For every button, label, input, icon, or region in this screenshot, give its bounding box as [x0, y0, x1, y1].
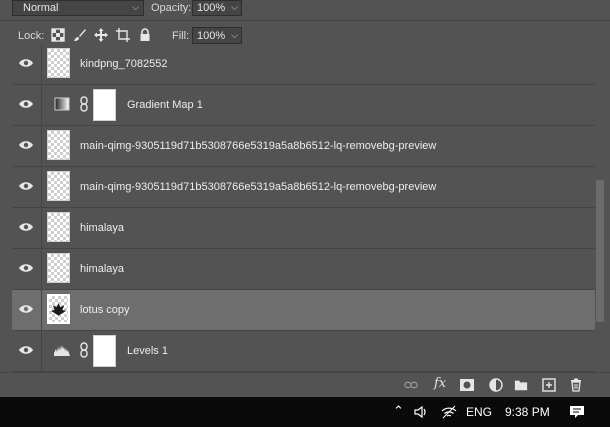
visibility-eye-icon[interactable] — [19, 345, 33, 355]
chevron-down-icon[interactable]: ⌵ — [231, 30, 238, 41]
divider — [41, 208, 42, 248]
layer-name[interactable]: main-qimg-9305119d71b5308766e5319a5a8b65… — [80, 140, 436, 152]
lock-label: Lock: — [18, 30, 45, 42]
layer-name[interactable]: lotus copy — [80, 304, 130, 316]
divider — [41, 44, 42, 84]
layer-thumbnail — [47, 253, 70, 283]
layers-list: kindpng_7082552 Gradient Map 1 main-qimg… — [12, 44, 595, 372]
visibility-eye-icon[interactable] — [19, 263, 33, 273]
taskbar-clock[interactable]: 9:38 PM — [505, 405, 550, 419]
visibility-eye-icon[interactable] — [19, 181, 33, 191]
chevron-down-icon[interactable]: ⌵ — [231, 2, 238, 13]
divider — [41, 85, 42, 125]
visibility-eye-icon[interactable] — [19, 99, 33, 109]
layer-name[interactable]: Gradient Map 1 — [127, 99, 203, 111]
speaker-volume-icon[interactable] — [414, 406, 430, 418]
layers-scrollbar-thumb[interactable] — [596, 180, 604, 322]
layer-name[interactable]: Levels 1 — [127, 345, 168, 357]
divider — [41, 126, 42, 166]
chevron-up-icon[interactable]: ⌃ — [393, 403, 404, 419]
lock-image-pixels-brush-icon[interactable] — [73, 28, 87, 42]
layer-row[interactable]: main-qimg-9305119d71b5308766e5319a5a8b65… — [12, 167, 595, 208]
windows-taskbar: ⌃ ENG 9:38 PM — [0, 397, 610, 427]
gradient-map-icon — [54, 97, 70, 111]
layers-options-bar: Normal ⌵ Opacity: 100% ⌵ — [0, 0, 610, 21]
fill-value: 100% — [197, 29, 226, 42]
opacity-label: Opacity: — [151, 2, 192, 14]
add-layer-mask-icon[interactable] — [460, 378, 474, 392]
lock-position-move-icon[interactable] — [94, 28, 108, 42]
layer-row[interactable]: himalaya — [12, 249, 595, 290]
divider — [41, 249, 42, 289]
layer-mask-thumbnail[interactable] — [93, 89, 116, 121]
blend-mode-value: Normal — [23, 2, 59, 14]
visibility-eye-icon[interactable] — [19, 140, 33, 150]
layer-name[interactable]: main-qimg-9305119d71b5308766e5319a5a8b65… — [80, 181, 436, 193]
lotus-silhouette-icon — [50, 303, 67, 316]
layer-row[interactable]: himalaya — [12, 208, 595, 249]
layer-row-selected[interactable]: lotus copy — [12, 290, 595, 331]
divider — [41, 167, 42, 207]
layer-name[interactable]: kindpng_7082552 — [80, 58, 167, 70]
blend-mode-dropdown[interactable]: Normal ⌵ — [12, 0, 144, 16]
layer-style-fx-icon[interactable]: fx — [434, 376, 448, 391]
lock-transparent-pixels-icon[interactable] — [51, 28, 65, 42]
levels-icon — [54, 345, 70, 356]
mask-link-chain-icon[interactable] — [79, 342, 89, 358]
new-group-folder-icon[interactable] — [514, 378, 528, 392]
fill-label: Fill: — [172, 30, 190, 42]
layer-thumbnail — [47, 294, 70, 324]
layer-row[interactable]: Levels 1 — [12, 331, 595, 372]
input-language-indicator[interactable]: ENG — [466, 405, 492, 419]
layer-thumbnail — [47, 212, 70, 242]
adjustment-layer-icon[interactable] — [489, 378, 503, 392]
layer-name[interactable]: himalaya — [80, 263, 124, 275]
visibility-eye-icon[interactable] — [19, 304, 33, 314]
chevron-down-icon: ⌵ — [132, 2, 139, 12]
layers-panel-footer: fx — [0, 372, 610, 397]
opacity-field[interactable]: 100% ⌵ — [192, 0, 242, 16]
link-layers-icon[interactable] — [404, 378, 418, 392]
action-center-notifications-icon[interactable] — [569, 405, 585, 419]
layer-row[interactable]: Gradient Map 1 — [12, 85, 595, 126]
layer-row[interactable]: kindpng_7082552 — [12, 44, 595, 85]
lock-all-padlock-icon[interactable] — [138, 28, 152, 42]
layer-thumbnail — [47, 130, 70, 160]
layer-thumbnail — [47, 171, 70, 201]
delete-layer-trash-icon[interactable] — [569, 378, 583, 392]
layer-row[interactable]: main-qimg-9305119d71b5308766e5319a5a8b65… — [12, 126, 595, 167]
opacity-value: 100% — [197, 2, 226, 14]
layer-mask-thumbnail[interactable] — [93, 335, 116, 367]
layer-name[interactable]: himalaya — [80, 222, 124, 234]
visibility-eye-icon[interactable] — [19, 58, 33, 68]
layer-thumbnail — [47, 48, 70, 78]
divider — [41, 331, 42, 371]
wifi-network-icon[interactable] — [441, 405, 457, 419]
lock-artboard-icon[interactable] — [116, 28, 130, 42]
divider — [41, 290, 42, 330]
fill-field[interactable]: 100% ⌵ — [192, 27, 242, 44]
visibility-eye-icon[interactable] — [19, 222, 33, 232]
mask-link-chain-icon[interactable] — [79, 96, 89, 112]
new-layer-icon[interactable] — [542, 378, 556, 392]
